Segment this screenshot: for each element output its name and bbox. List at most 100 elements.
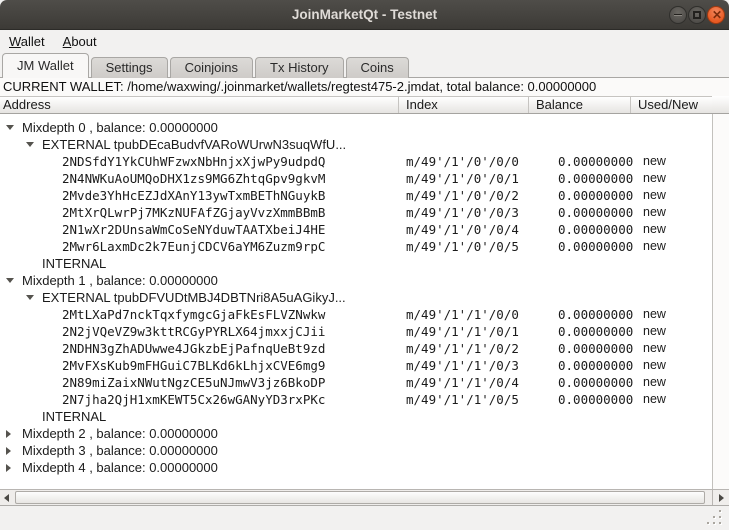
- balance-cell: 0.00000000: [529, 204, 631, 221]
- used-new-cell: new: [631, 374, 712, 391]
- address-text: 2MvFXsKub9mFHGuiC7BLKd6kLhjxCVE6mg9: [62, 358, 325, 373]
- menu-wallet[interactable]: Wallet: [0, 31, 54, 53]
- collapse-arrow-icon[interactable]: [26, 142, 34, 147]
- address-text: 2N2jVQeVZ9w3kttRCGyPYRLX64jmxxjCJii: [62, 324, 325, 339]
- used-new-cell: [631, 136, 712, 153]
- address-row[interactable]: 2NDHN3gZhADUwwe4JGkzbEjPafnqUeBt9zdm/49'…: [0, 340, 712, 357]
- tree-node-row[interactable]: Mixdepth 0 , balance: 0.00000000: [0, 119, 712, 136]
- node-label: INTERNAL: [42, 409, 106, 424]
- close-button[interactable]: ✕: [707, 6, 725, 24]
- balance-cell: 0.00000000: [529, 170, 631, 187]
- balance-cell: [529, 289, 631, 306]
- balance-cell: [529, 272, 631, 289]
- node-label: EXTERNAL tpubDEcaBudvfVARoWUrwN3suqWfU..…: [42, 137, 346, 152]
- node-label: Mixdepth 0 , balance: 0.00000000: [22, 120, 218, 135]
- vertical-scrollbar[interactable]: [712, 114, 729, 489]
- index-cell: [399, 255, 529, 272]
- balance-cell: 0.00000000: [529, 357, 631, 374]
- address-text: 2Mvde3YhHcEZJdXAnY13ywTxmBEThNGuykB: [62, 188, 325, 203]
- tab-jm-wallet[interactable]: JM Wallet: [2, 53, 89, 78]
- used-new-cell: new: [631, 340, 712, 357]
- tab-settings[interactable]: Settings: [91, 57, 168, 78]
- index-cell: m/49'/1'/0'/0/3: [399, 204, 529, 221]
- address-row[interactable]: 2N1wXr2DUnsaWmCoSeNYduwTAATXbeiJ4HEm/49'…: [0, 221, 712, 238]
- balance-cell: [529, 119, 631, 136]
- status-bar: [0, 507, 729, 530]
- balance-cell: 0.00000000: [529, 153, 631, 170]
- address-row[interactable]: 2N2jVQeVZ9w3kttRCGyPYRLX64jmxxjCJiim/49'…: [0, 323, 712, 340]
- balance-cell: 0.00000000: [529, 374, 631, 391]
- scroll-left-button[interactable]: [0, 490, 15, 505]
- address-row[interactable]: 2MvFXsKub9mFHGuiC7BLKd6kLhjxCVE6mg9 m/49'…: [0, 357, 712, 374]
- minimize-button[interactable]: [669, 6, 687, 24]
- index-cell: [399, 459, 529, 476]
- balance-cell: 0.00000000: [529, 323, 631, 340]
- app-window: JoinMarketQt - Testnet ✕ WalletAbout JM …: [0, 0, 729, 530]
- tree-node-row[interactable]: Mixdepth 1 , balance: 0.00000000: [0, 272, 712, 289]
- column-header-balance[interactable]: Balance: [529, 97, 631, 113]
- horizontal-scrollbar-thumb[interactable]: [15, 491, 705, 504]
- expand-arrow-icon[interactable]: [6, 447, 11, 455]
- address-row[interactable]: 2MtLXaPd7nckTqxfymgcGjaFkEsFLVZNwkwm/49'…: [0, 306, 712, 323]
- used-new-cell: [631, 289, 712, 306]
- title-bar[interactable]: JoinMarketQt - Testnet ✕: [0, 0, 729, 30]
- menu-about[interactable]: About: [54, 31, 106, 53]
- menu-bar: WalletAbout: [0, 30, 729, 53]
- index-cell: m/49'/1'/1'/0/0: [399, 306, 529, 323]
- used-new-cell: new: [631, 306, 712, 323]
- tree-node-row[interactable]: INTERNAL: [0, 408, 712, 425]
- used-new-cell: [631, 408, 712, 425]
- collapse-arrow-icon[interactable]: [6, 278, 14, 283]
- node-label: Mixdepth 4 , balance: 0.00000000: [22, 460, 218, 475]
- resize-grip[interactable]: [707, 510, 725, 528]
- expand-arrow-icon[interactable]: [6, 430, 11, 438]
- node-label: INTERNAL: [42, 256, 106, 271]
- address-row[interactable]: 2N4NWKuAoUMQoDHX1zs9MG6ZhtqGpv9gkvMm/49'…: [0, 170, 712, 187]
- index-cell: m/49'/1'/0'/0/0: [399, 153, 529, 170]
- column-header-address[interactable]: Address: [0, 97, 399, 113]
- index-cell: [399, 442, 529, 459]
- maximize-icon: [693, 11, 701, 19]
- balance-cell: 0.00000000: [529, 238, 631, 255]
- index-cell: m/49'/1'/1'/0/3: [399, 357, 529, 374]
- horizontal-scrollbar[interactable]: [0, 489, 729, 505]
- tab-tx-history[interactable]: Tx History: [255, 57, 344, 78]
- address-row[interactable]: 2Mwr6LaxmDc2k7EunjCDCV6aYM6Zuzm9rpCm/49'…: [0, 238, 712, 255]
- scroll-left-icon: [4, 494, 9, 502]
- balance-cell: 0.00000000: [529, 391, 631, 408]
- index-cell: m/49'/1'/0'/0/4: [399, 221, 529, 238]
- address-row[interactable]: 2MtXrQLwrPj7MKzNUFAfZGjayVvzXmmBBmBm/49'…: [0, 204, 712, 221]
- expand-arrow-icon[interactable]: [6, 464, 11, 472]
- tree-node-row[interactable]: Mixdepth 3 , balance: 0.00000000: [0, 442, 712, 459]
- column-header-used-new[interactable]: Used/New: [631, 97, 712, 113]
- used-new-cell: new: [631, 153, 712, 170]
- balance-cell: 0.00000000: [529, 221, 631, 238]
- tree-node-row[interactable]: EXTERNAL tpubDFVUDtMBJ4DBTNri8A5uAGikyJ.…: [0, 289, 712, 306]
- tree-node-row[interactable]: Mixdepth 2 , balance: 0.00000000: [0, 425, 712, 442]
- collapse-arrow-icon[interactable]: [6, 125, 14, 130]
- address-text: 2Mwr6LaxmDc2k7EunjCDCV6aYM6Zuzm9rpC: [62, 239, 325, 254]
- used-new-cell: new: [631, 221, 712, 238]
- index-cell: m/49'/1'/0'/0/2: [399, 187, 529, 204]
- used-new-cell: [631, 255, 712, 272]
- tab-coins[interactable]: Coins: [346, 57, 409, 78]
- collapse-arrow-icon[interactable]: [26, 295, 34, 300]
- address-text: 2NDHN3gZhADUwwe4JGkzbEjPafnqUeBt9zd: [62, 341, 325, 356]
- address-text: 2N89miZaixNWutNgzCE5uNJmwV3jz6BkoDP: [62, 375, 325, 390]
- balance-cell: [529, 425, 631, 442]
- index-cell: [399, 272, 529, 289]
- index-cell: [399, 119, 529, 136]
- balance-cell: [529, 136, 631, 153]
- column-header-index[interactable]: Index: [399, 97, 529, 113]
- tree-node-row[interactable]: EXTERNAL tpubDEcaBudvfVARoWUrwN3suqWfU..…: [0, 136, 712, 153]
- address-row[interactable]: 2N89miZaixNWutNgzCE5uNJmwV3jz6BkoDPm/49'…: [0, 374, 712, 391]
- tree-node-row[interactable]: Mixdepth 4 , balance: 0.00000000: [0, 459, 712, 476]
- scroll-right-button[interactable]: [712, 490, 729, 505]
- address-row[interactable]: 2NDSfdY1YkCUhWFzwxNbHnjxXjwPy9udpdQm/49'…: [0, 153, 712, 170]
- address-row[interactable]: 2Mvde3YhHcEZJdXAnY13ywTxmBEThNGuykB m/49'…: [0, 187, 712, 204]
- tree-node-row[interactable]: INTERNAL: [0, 255, 712, 272]
- maximize-button[interactable]: [688, 6, 706, 24]
- tab-coinjoins[interactable]: Coinjoins: [170, 57, 253, 78]
- close-icon: ✕: [712, 8, 722, 22]
- address-row[interactable]: 2N7jha2QjH1xmKEWT5Cx26wGANyYD3rxPKcm/49'…: [0, 391, 712, 408]
